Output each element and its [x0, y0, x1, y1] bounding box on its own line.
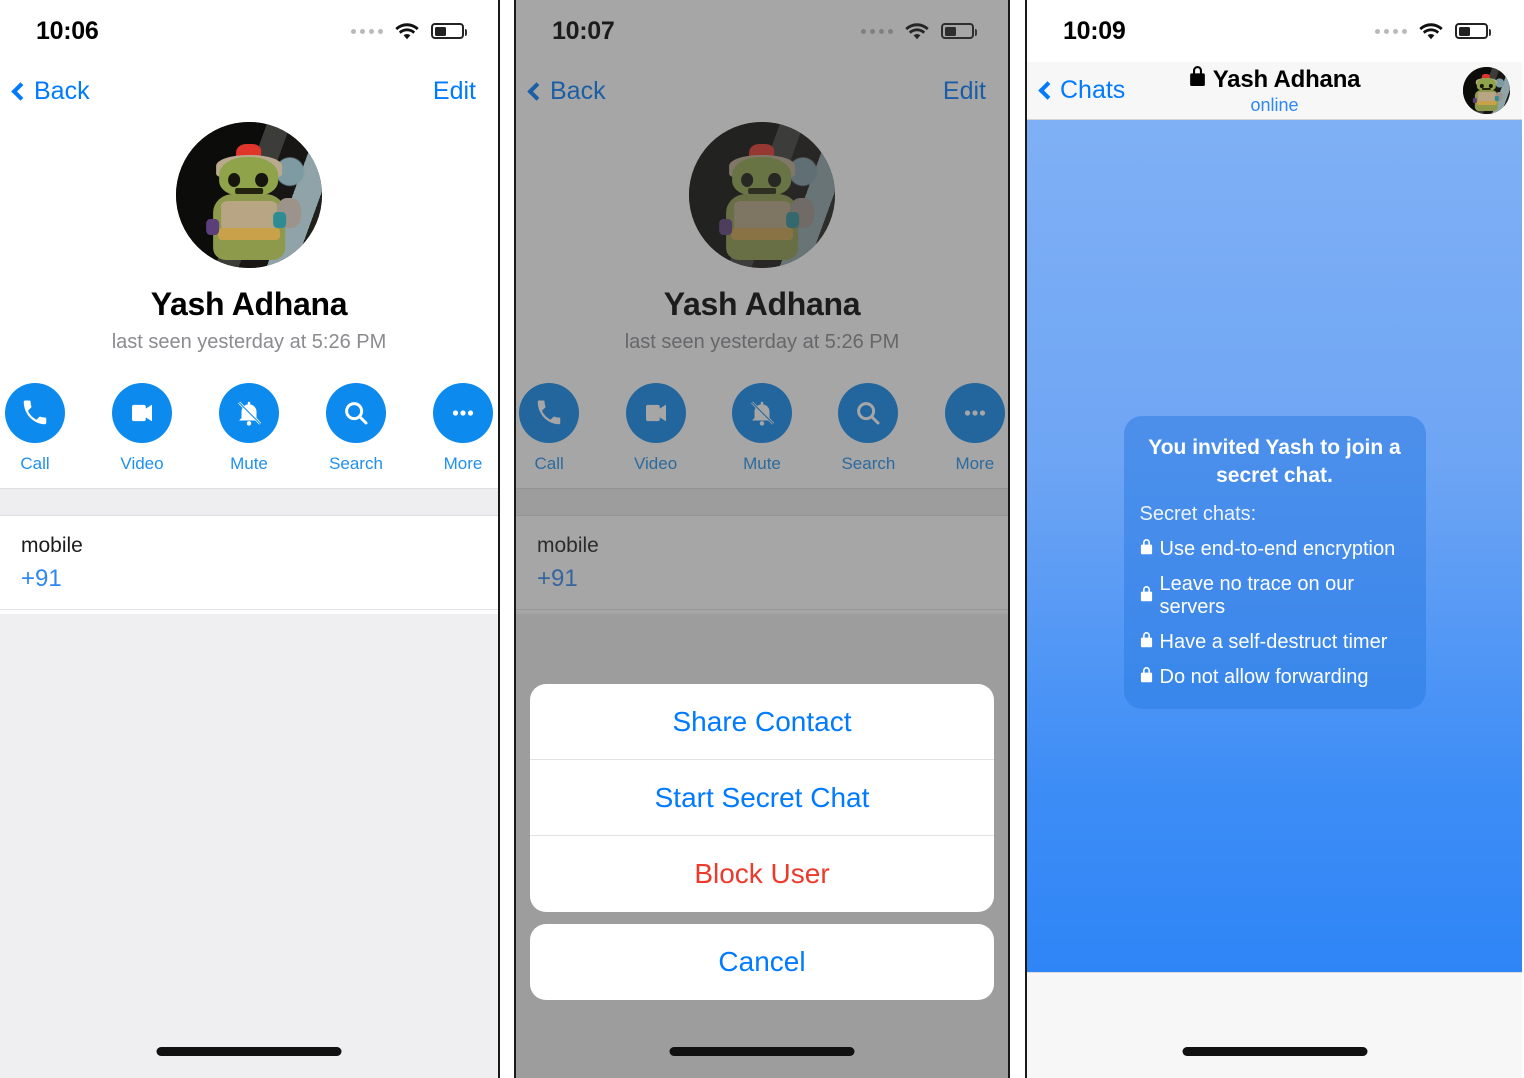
chats-back-button[interactable]: Chats: [1038, 76, 1126, 105]
info-value: +91: [21, 565, 62, 592]
status-bar: 10:06: [0, 0, 498, 62]
secret-chat-info-bubble: You invited Yash to join a secret chat. …: [1123, 416, 1426, 710]
screenshot-stage: 10:06 Back Edit Yash Adhana last seen ye…: [0, 0, 1524, 1078]
bubble-title: You invited Yash to join a secret chat.: [1148, 436, 1401, 487]
status-bar: 10:09: [1027, 0, 1522, 62]
action-sheet: Share Contact Start Secret Chat Block Us…: [530, 684, 994, 1000]
phone-panel-contact-info: 10:06 Back Edit Yash Adhana last seen ye…: [0, 0, 500, 1078]
lock-icon: [1189, 65, 1206, 94]
action-video-label: Video: [120, 454, 164, 473]
info-row-mobile[interactable]: mobile +91: [0, 516, 498, 610]
battery-icon: [431, 23, 467, 39]
ellipsis-icon: [433, 383, 493, 443]
profile-last-seen: last seen yesterday at 5:26 PM: [111, 331, 387, 353]
bubble-list-item-label: Do not allow forwarding: [1159, 666, 1369, 689]
bubble-list-item-label: Use end-to-end encryption: [1159, 538, 1396, 561]
bell-slash-icon: [219, 383, 279, 443]
back-button-label: Back: [34, 76, 90, 105]
avatar[interactable]: [1463, 67, 1510, 114]
action-more-label: More: [443, 454, 483, 473]
lock-icon: [1140, 585, 1153, 608]
panel-gap: [500, 0, 514, 1078]
video-camera-icon: [112, 383, 172, 443]
search-icon: [326, 383, 386, 443]
quick-actions-row: Call Video Mute Search More: [0, 383, 498, 488]
action-call-label: Call: [20, 454, 50, 473]
bubble-list-item: Leave no trace on our servers: [1140, 573, 1410, 619]
phone-panel-secret-chat: 10:09 Chats Yash Adhana online You invit…: [1025, 0, 1522, 1078]
lock-icon: [1140, 666, 1153, 689]
home-indicator: [669, 1047, 855, 1056]
navigation-bar: Back Edit: [0, 62, 498, 120]
bubble-list-item-label: Leave no trace on our servers: [1159, 573, 1355, 619]
phone-icon: [5, 383, 65, 443]
share-contact-button[interactable]: Share Contact: [530, 684, 994, 760]
action-mute[interactable]: Mute: [216, 383, 283, 474]
action-search[interactable]: Search: [323, 383, 390, 474]
bubble-list-item-label: Have a self-destruct timer: [1159, 631, 1388, 654]
home-bar-area: [1027, 974, 1522, 1078]
bubble-list-item: Do not allow forwarding: [1140, 666, 1410, 689]
edit-button[interactable]: Edit: [433, 77, 476, 106]
status-bar-indicators: [351, 22, 467, 41]
list-empty-area: [0, 614, 498, 1078]
status-bar-time: 10:06: [36, 16, 99, 45]
wifi-icon: [1418, 22, 1444, 41]
start-secret-chat-button[interactable]: Start Secret Chat: [530, 760, 994, 836]
action-video[interactable]: Video: [109, 383, 176, 474]
action-search-label: Search: [329, 454, 383, 473]
avatar[interactable]: [176, 122, 322, 268]
cancel-button[interactable]: Cancel: [530, 924, 994, 1000]
back-button[interactable]: Back: [11, 76, 90, 106]
chat-title-row: Yash Adhana: [1189, 65, 1361, 94]
home-indicator: [1182, 1047, 1367, 1056]
bubble-list-item: Use end-to-end encryption: [1140, 538, 1410, 561]
page-title: Yash Adhana: [150, 286, 348, 322]
chat-title-text: Yash Adhana: [1212, 65, 1361, 93]
signal-dots-icon: [351, 28, 383, 34]
info-key: mobile: [21, 534, 83, 557]
profile-header: Yash Adhana last seen yesterday at 5:26 …: [0, 120, 498, 354]
block-user-button[interactable]: Block User: [530, 836, 994, 912]
chat-navigation-bar: Chats Yash Adhana online: [1027, 62, 1522, 120]
lock-icon: [1140, 538, 1153, 561]
action-sheet-options: Share Contact Start Secret Chat Block Us…: [530, 684, 994, 912]
action-call[interactable]: Call: [2, 383, 69, 474]
action-more[interactable]: More: [430, 383, 497, 474]
panel-gap: [1010, 0, 1025, 1078]
home-indicator: [156, 1047, 342, 1056]
phone-panel-action-sheet: 10:07 Back Edit Yash Adhana last seen ye…: [514, 0, 1010, 1078]
chats-back-label: Chats: [1060, 76, 1126, 104]
wifi-icon: [394, 22, 420, 41]
lock-icon: [1140, 631, 1153, 654]
bubble-list-item: Have a self-destruct timer: [1140, 631, 1410, 654]
battery-icon: [1455, 23, 1491, 39]
signal-dots-icon: [1375, 28, 1407, 34]
bubble-subtitle: Secret chats:: [1139, 503, 1257, 526]
chevron-left-icon: [11, 81, 30, 101]
status-bar-indicators: [1375, 22, 1491, 41]
section-divider: [0, 488, 498, 516]
chevron-left-icon: [1038, 81, 1057, 100]
action-mute-label: Mute: [230, 454, 268, 473]
chat-message-area: You invited Yash to join a secret chat. …: [1027, 120, 1522, 972]
status-bar-time: 10:09: [1063, 16, 1126, 45]
